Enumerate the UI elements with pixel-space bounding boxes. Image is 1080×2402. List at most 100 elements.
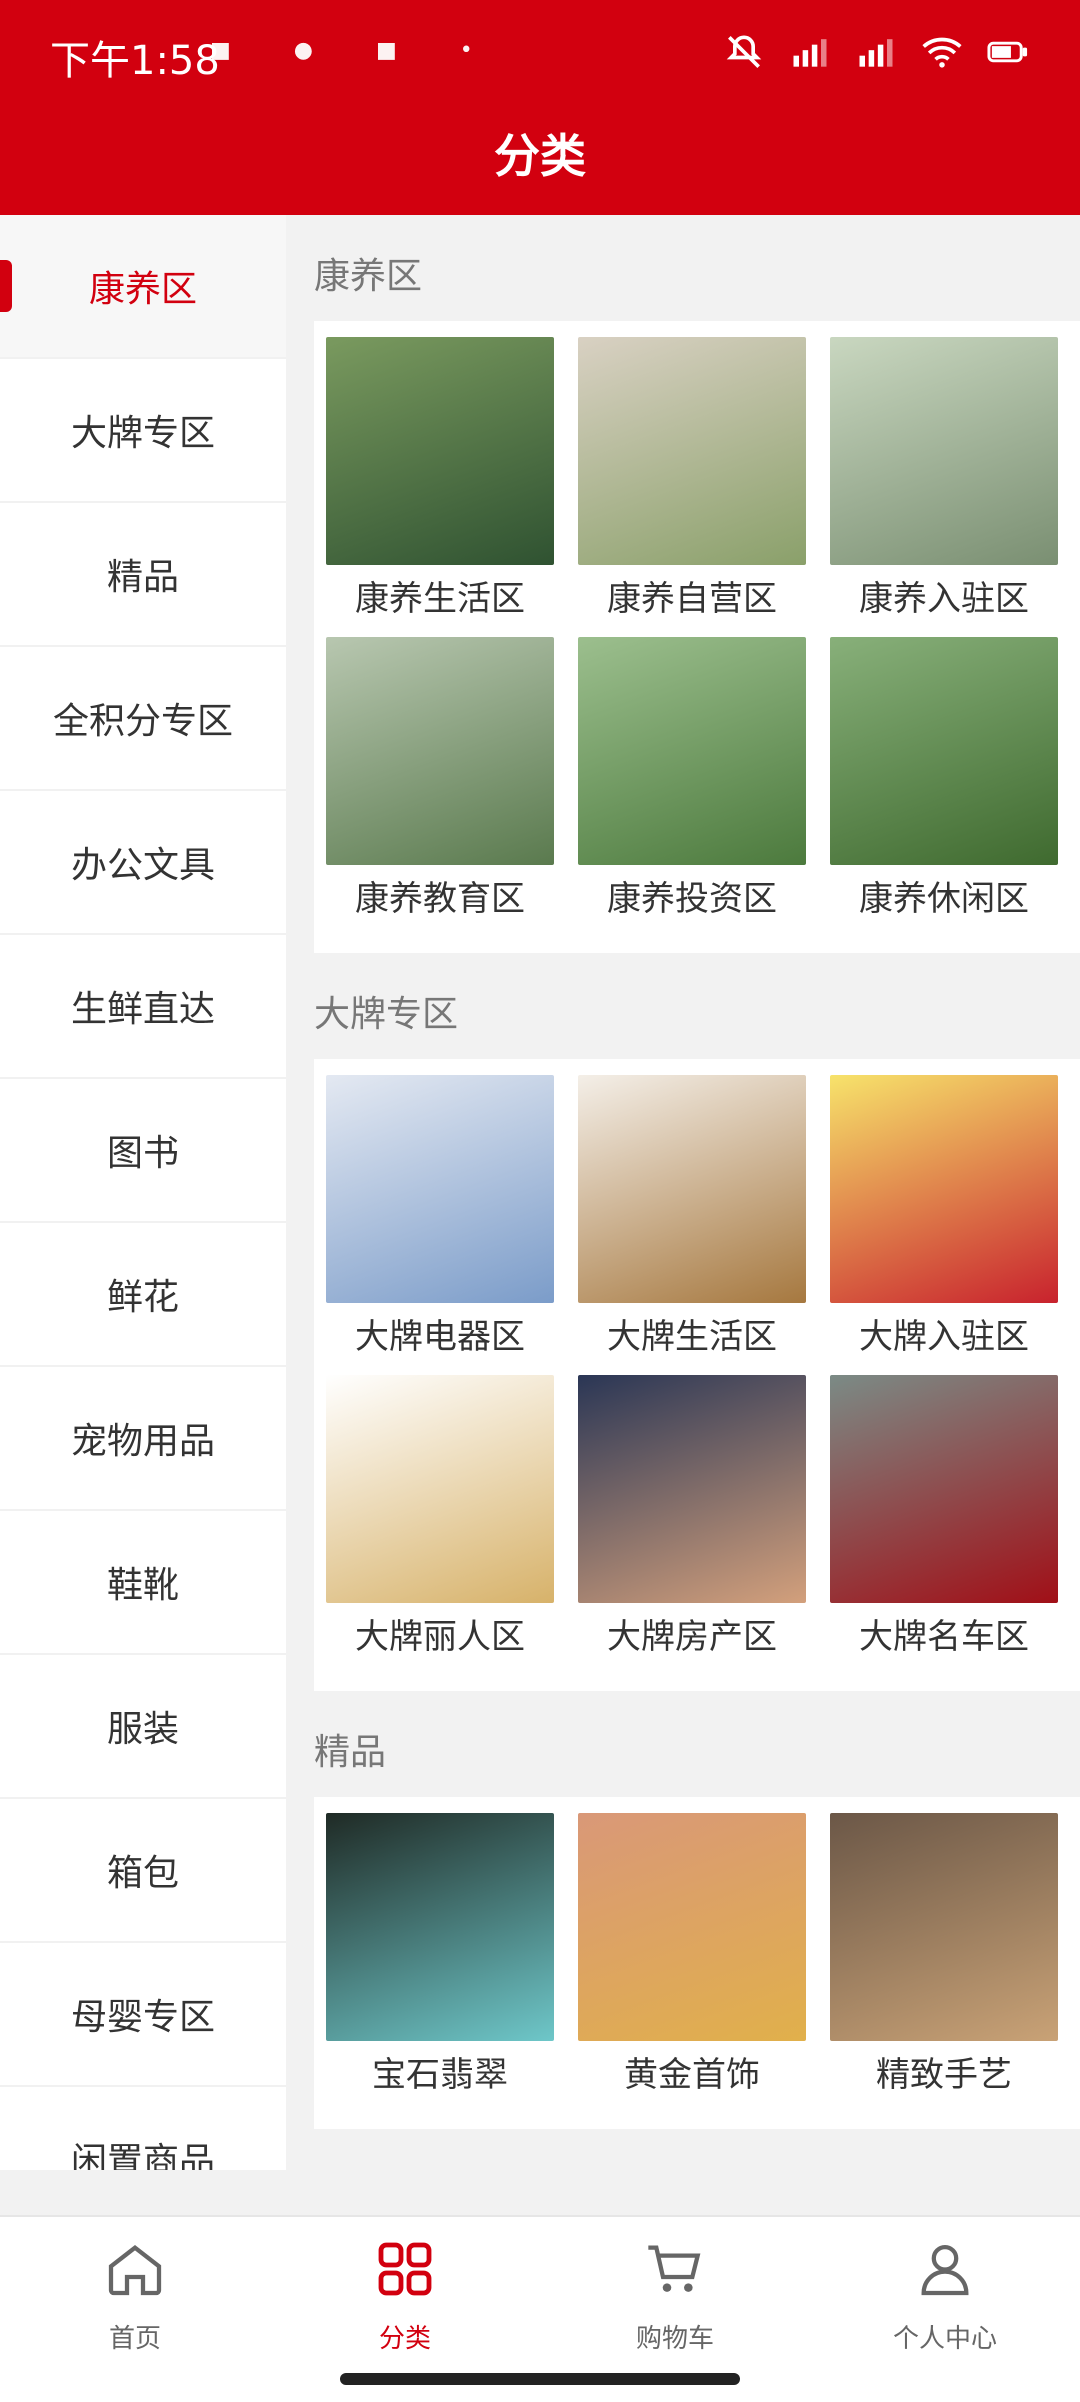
category-tile[interactable]: 大牌房产区 xyxy=(566,1375,818,1663)
category-tile[interactable]: 康养生活区 xyxy=(314,337,566,625)
sidebar-item[interactable]: 服装 xyxy=(0,1655,286,1799)
sidebar-item[interactable]: 鞋靴 xyxy=(0,1511,286,1655)
section-title: 康养区 xyxy=(314,256,423,297)
category-tile[interactable]: 康养自营区 xyxy=(566,337,818,625)
sidebar-item-label: 全积分专区 xyxy=(52,701,233,742)
category-tile[interactable]: 康养投资区 xyxy=(566,637,818,925)
nav-item-label: 购物车 xyxy=(635,2324,714,2354)
category-tile-label: 康养教育区 xyxy=(355,879,525,919)
category-thumbnail xyxy=(830,637,1058,865)
nav-item-label: 分类 xyxy=(378,2324,431,2354)
category-thumbnail xyxy=(326,637,554,865)
category-tile-label: 精致手艺 xyxy=(876,2055,1012,2095)
section-title: 大牌专区 xyxy=(314,994,459,1035)
category-tile-label: 黄金首饰 xyxy=(624,2055,760,2095)
category-tile[interactable]: 精致手艺 xyxy=(818,1813,1070,2101)
sidebar-item-label: 大牌专区 xyxy=(70,413,215,454)
sidebar-item[interactable]: 箱包 xyxy=(0,1799,286,1943)
sidebar-item-label: 康养区 xyxy=(88,269,197,310)
sidebar-item-label: 母婴专区 xyxy=(70,1997,215,2038)
sidebar-item[interactable]: 母婴专区 xyxy=(0,1943,286,2087)
category-thumbnail xyxy=(830,1375,1058,1603)
category-thumbnail xyxy=(326,337,554,565)
category-tile-label: 康养自营区 xyxy=(607,579,777,619)
status-bar: 下午1:58 ■ ● ■ • xyxy=(0,0,1080,100)
category-thumbnail xyxy=(326,1075,554,1303)
sidebar-item-label: 图书 xyxy=(106,1133,179,1174)
sidebar-item[interactable]: 全积分专区 xyxy=(0,647,286,791)
category-content: 康养区康养生活区 康养自营区 康养入驻区康养教育区 康养投资区 康养休闲区大牌专区大牌电… xyxy=(286,215,1080,2170)
category-tile-label: 大牌房产区 xyxy=(607,1617,777,1657)
category-tile-label: 宝石翡翠 xyxy=(372,2055,508,2095)
sidebar-item[interactable]: 鲜花 xyxy=(0,1223,286,1367)
user-icon xyxy=(913,2237,977,2318)
sidebar-item-label: 生鲜直达 xyxy=(70,989,215,1030)
category-thumbnail xyxy=(578,1375,806,1603)
category-tile[interactable]: 黄金首饰 xyxy=(566,1813,818,2101)
sidebar-item[interactable]: 图书 xyxy=(0,1079,286,1223)
category-thumbnail xyxy=(578,337,806,565)
section-panel: 康养生活区 康养自营区 康养入驻区康养教育区 康养投资区 康养休闲区 xyxy=(314,321,1080,953)
category-thumbnail xyxy=(830,337,1058,565)
sidebar-item-label: 宠物用品 xyxy=(70,1421,215,1462)
category-thumbnail xyxy=(830,1075,1058,1303)
category-tile[interactable]: 康养休闲区 xyxy=(818,637,1070,925)
signal-hd-icon xyxy=(859,39,893,67)
sidebar-item-label: 服装 xyxy=(106,1709,179,1750)
status-left-icons: ■ ● ■ • xyxy=(210,38,501,63)
nav-item-label: 首页 xyxy=(108,2324,161,2354)
section-panel: 宝石翡翠 黄金首饰 精致手艺 xyxy=(314,1797,1080,2129)
category-tile[interactable]: 康养教育区 xyxy=(314,637,566,925)
sidebar-item-label: 闲置商品 xyxy=(70,2141,215,2170)
mute-icon xyxy=(726,35,762,68)
sidebar-item[interactable]: 大牌专区 xyxy=(0,359,286,503)
category-tile-label: 康养生活区 xyxy=(355,579,525,619)
category-thumbnail xyxy=(326,1375,554,1603)
category-tile-label: 康养入驻区 xyxy=(859,579,1029,619)
sidebar-item[interactable]: 康养区 xyxy=(0,215,286,359)
sidebar-item-label: 精品 xyxy=(106,557,179,598)
category-tile-label: 康养投资区 xyxy=(607,879,777,919)
category-sidebar: 康养区大牌专区精品全积分专区办公文具生鲜直达图书鲜花宠物用品鞋靴服装箱包母婴专区… xyxy=(0,215,286,2170)
wifi-icon xyxy=(922,37,962,68)
section-panel: 大牌电器区 大牌生活区 大牌入驻区大牌丽人区 大牌房产区 大牌名车区 xyxy=(314,1059,1080,1691)
app-header: 下午1:58 ■ ● ■ • 分类 xyxy=(0,0,1080,215)
sidebar-item[interactable]: 宠物用品 xyxy=(0,1367,286,1511)
category-tile-label: 大牌入驻区 xyxy=(859,1317,1029,1357)
nav-item[interactable]: 个人中心 xyxy=(810,2217,1080,2402)
category-grid-icon xyxy=(373,2237,437,2318)
category-tile[interactable]: 宝石翡翠 xyxy=(314,1813,566,2101)
category-thumbnail xyxy=(578,637,806,865)
nav-item[interactable]: 首页 xyxy=(0,2217,270,2402)
category-tile[interactable]: 大牌生活区 xyxy=(566,1075,818,1363)
category-tile-label: 康养休闲区 xyxy=(859,879,1029,919)
sidebar-item[interactable]: 精品 xyxy=(0,503,286,647)
sidebar-item[interactable]: 生鲜直达 xyxy=(0,935,286,1079)
home-indicator xyxy=(340,2373,740,2385)
cart-icon xyxy=(643,2237,707,2318)
category-tile-label: 大牌生活区 xyxy=(607,1317,777,1357)
category-tile-label: 大牌名车区 xyxy=(859,1617,1029,1657)
category-thumbnail xyxy=(578,1075,806,1303)
category-tile[interactable]: 大牌入驻区 xyxy=(818,1075,1070,1363)
category-thumbnail xyxy=(578,1813,806,2041)
category-tile[interactable]: 康养入驻区 xyxy=(818,337,1070,625)
category-tile[interactable]: 大牌名车区 xyxy=(818,1375,1070,1663)
sidebar-item-label: 办公文具 xyxy=(70,845,215,886)
status-right-icons xyxy=(722,30,1030,74)
category-tile-label: 大牌电器区 xyxy=(355,1317,525,1357)
category-thumbnail xyxy=(326,1813,554,2041)
sidebar-item[interactable]: 办公文具 xyxy=(0,791,286,935)
sidebar-item-label: 鞋靴 xyxy=(106,1565,179,1606)
category-thumbnail xyxy=(830,1813,1058,2041)
category-tile-label: 大牌丽人区 xyxy=(355,1617,525,1657)
category-tile[interactable]: 大牌电器区 xyxy=(314,1075,566,1363)
category-tile[interactable]: 大牌丽人区 xyxy=(314,1375,566,1663)
page-title: 分类 xyxy=(494,129,586,183)
sidebar-item-label: 鲜花 xyxy=(106,1277,179,1318)
sidebar-item-label: 箱包 xyxy=(106,1853,179,1894)
section-title: 精品 xyxy=(314,1732,387,1773)
status-time: 下午1:58 xyxy=(50,38,220,84)
sidebar-item[interactable]: 闲置商品 xyxy=(0,2087,286,2170)
signal-hd-icon xyxy=(793,39,827,67)
